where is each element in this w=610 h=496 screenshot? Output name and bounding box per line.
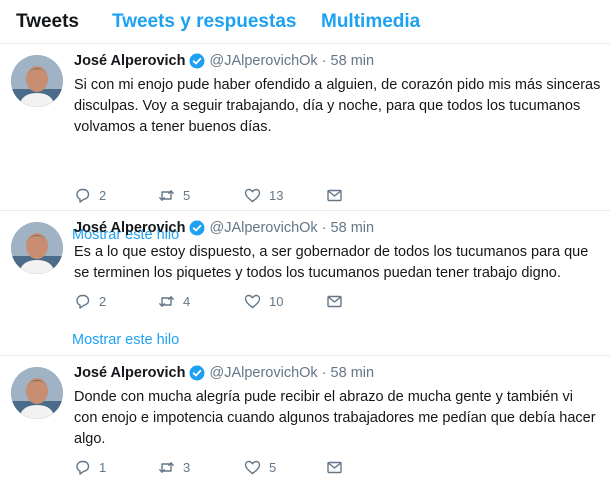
tweet-text-line: Si con mi enojo pude haber ofendido a al… xyxy=(74,77,601,93)
reply-icon xyxy=(74,293,91,310)
reply-count: 1 xyxy=(99,459,107,475)
tab-media[interactable]: Multimedia xyxy=(321,11,420,33)
reply-count: 2 xyxy=(99,187,107,203)
like-count: 5 xyxy=(269,459,277,475)
reply-button[interactable]: 2 xyxy=(74,187,106,204)
separator-dot: · xyxy=(321,220,327,236)
like-count: 13 xyxy=(269,187,284,203)
tweet-timestamp[interactable]: 58 min xyxy=(331,220,375,236)
like-button[interactable]: 5 xyxy=(244,459,276,476)
tweet-text-line: algo. xyxy=(74,431,106,447)
tweet-text: Es a lo que estoy dispuesto, a ser gober… xyxy=(74,242,602,284)
reply-icon xyxy=(74,187,91,204)
verified-badge-icon xyxy=(189,220,205,236)
retweet-icon xyxy=(158,293,175,310)
retweet-count: 4 xyxy=(183,293,191,309)
tweet[interactable]: José Alperovich @JAlperovichOk · 58 min … xyxy=(0,44,610,243)
tweet-text-line: Es a lo que estoy dispuesto, a ser gober… xyxy=(74,244,589,260)
author-handle[interactable]: @JAlperovichOk xyxy=(209,53,317,69)
author-name[interactable]: José Alperovich xyxy=(74,53,185,69)
author-name[interactable]: José Alperovich xyxy=(74,365,185,381)
avatar[interactable] xyxy=(11,367,63,419)
retweet-icon xyxy=(158,187,175,204)
retweet-button[interactable]: 4 xyxy=(158,293,190,310)
tab-tweets-and-replies[interactable]: Tweets y respuestas xyxy=(112,11,296,33)
tweet-text-line: volvamos a tener buenos días. xyxy=(74,119,272,135)
retweet-count: 3 xyxy=(183,459,191,475)
reply-icon xyxy=(74,459,91,476)
tweet-text: Donde con mucha alegría pude recibir el … xyxy=(74,387,602,450)
tweet-timestamp[interactable]: 58 min xyxy=(331,365,375,381)
author-handle[interactable]: @JAlperovichOk xyxy=(209,220,317,236)
retweet-button[interactable]: 3 xyxy=(158,459,190,476)
tweet-timestamp[interactable]: 58 min xyxy=(331,53,375,69)
author-name[interactable]: José Alperovich xyxy=(74,220,185,236)
tweet-text-line: disculpas. Voy a seguir trabajando, día … xyxy=(74,98,581,114)
avatar[interactable] xyxy=(11,55,63,107)
reply-count: 2 xyxy=(99,293,107,309)
retweet-button[interactable]: 5 xyxy=(158,187,190,204)
tweet-text: Si con mi enojo pude haber ofendido a al… xyxy=(74,75,602,138)
author-handle[interactable]: @JAlperovichOk xyxy=(209,365,317,381)
like-button[interactable]: 13 xyxy=(244,187,283,204)
like-icon xyxy=(244,187,261,204)
direct-message-icon xyxy=(326,459,343,476)
tweet-text-line: se terminen los piquetes y todos los tuc… xyxy=(74,265,561,281)
direct-message-icon xyxy=(326,293,343,310)
direct-message-button[interactable] xyxy=(326,459,343,476)
retweet-count: 5 xyxy=(183,187,191,203)
reply-button[interactable]: 1 xyxy=(74,459,106,476)
verified-badge-icon xyxy=(189,365,205,381)
tweet-header: José Alperovich @JAlperovichOk · 58 min xyxy=(74,365,374,381)
separator-dot: · xyxy=(321,365,327,381)
separator-dot: · xyxy=(321,53,327,69)
tab-tweets[interactable]: Tweets xyxy=(16,11,79,33)
like-count: 10 xyxy=(269,293,284,309)
tweet-text-line: Donde con mucha alegría pude recibir el … xyxy=(74,389,573,405)
show-thread-link[interactable]: Mostrar este hilo xyxy=(72,332,179,348)
reply-button[interactable]: 2 xyxy=(74,293,106,310)
like-icon xyxy=(244,293,261,310)
direct-message-button[interactable] xyxy=(326,293,343,310)
tweet-header: José Alperovich @JAlperovichOk · 58 min xyxy=(74,53,374,69)
like-button[interactable]: 10 xyxy=(244,293,283,310)
retweet-icon xyxy=(158,459,175,476)
avatar[interactable] xyxy=(11,222,63,274)
tweet-text-line: con enojo e impotencia cuando algunos tr… xyxy=(74,410,596,426)
profile-tabs: Tweets Tweets y respuestas Multimedia xyxy=(0,0,610,44)
tweet-header: José Alperovich @JAlperovichOk · 58 min xyxy=(74,220,374,236)
like-icon xyxy=(244,459,261,476)
direct-message-icon xyxy=(326,187,343,204)
tweet[interactable]: José Alperovich @JAlperovichOk · 58 min … xyxy=(0,356,610,496)
direct-message-button[interactable] xyxy=(326,187,343,204)
tweet[interactable]: José Alperovich @JAlperovichOk · 58 min … xyxy=(0,211,610,356)
verified-badge-icon xyxy=(189,53,205,69)
